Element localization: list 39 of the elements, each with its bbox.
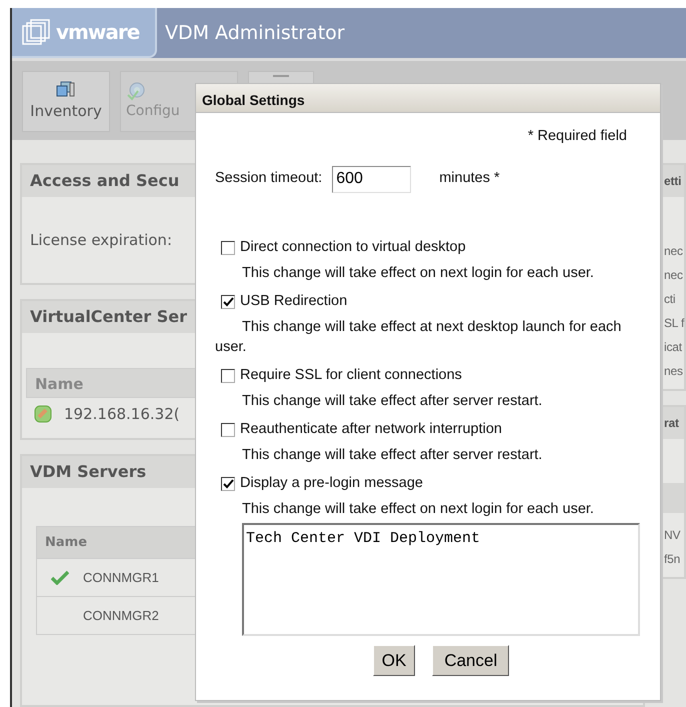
cancel-button[interactable]: Cancel [432, 644, 510, 676]
checkbox-label: Direct connection to virtual desktop [240, 238, 466, 257]
option-note: This change will take effect on next login for each user. [241, 500, 595, 519]
checkbox[interactable] [221, 422, 235, 437]
timeout-field[interactable]: 600 [332, 166, 412, 193]
text-fragment: cti [663, 291, 676, 308]
check-icon [222, 296, 234, 307]
dialog-title: Global Settings [196, 84, 660, 113]
text-fragment: nec [663, 267, 684, 284]
checkbox[interactable] [221, 294, 235, 309]
ok-button[interactable]: OK [372, 644, 416, 676]
text-fragment: nes [663, 363, 684, 380]
required-note: * Required field [528, 127, 627, 146]
checkbox-label: Require SSL for client connections [240, 366, 462, 385]
table-cell-text: CONNMGR2 [83, 606, 159, 625]
text-fragment: nec [663, 243, 684, 260]
field-label: License expiration: [30, 230, 172, 251]
checkbox[interactable] [221, 240, 235, 255]
toolbar-icon [273, 72, 289, 78]
checkbox-label: Reauthenticate after network interruption [240, 420, 502, 439]
toolbar-button[interactable]: Inventory [22, 71, 110, 132]
logo-text: vmware [56, 19, 140, 46]
table-cell-text: 192.168.16.32( [64, 404, 180, 425]
option-note: This change will take effect on next login for each user. [241, 264, 595, 283]
table-cell-text: CONNMGR1 [83, 568, 159, 587]
text-fragment: NV [663, 527, 682, 544]
check-icon [51, 570, 69, 585]
text-fragment: f5n [663, 551, 682, 568]
field-label: Session timeout: [215, 169, 322, 188]
checkbox[interactable] [221, 476, 235, 491]
unit-label: minutes * [439, 169, 500, 188]
text-fragment: icat [663, 339, 683, 356]
message-field[interactable]: Tech Center VDI Deployment [242, 522, 640, 636]
app-title: VDM Administrator [165, 20, 345, 46]
text-fragment: SL f [663, 315, 684, 332]
logo-icon [22, 19, 50, 45]
checkbox[interactable] [221, 368, 235, 383]
check-icon [222, 478, 234, 489]
server-link-icon [34, 405, 52, 423]
